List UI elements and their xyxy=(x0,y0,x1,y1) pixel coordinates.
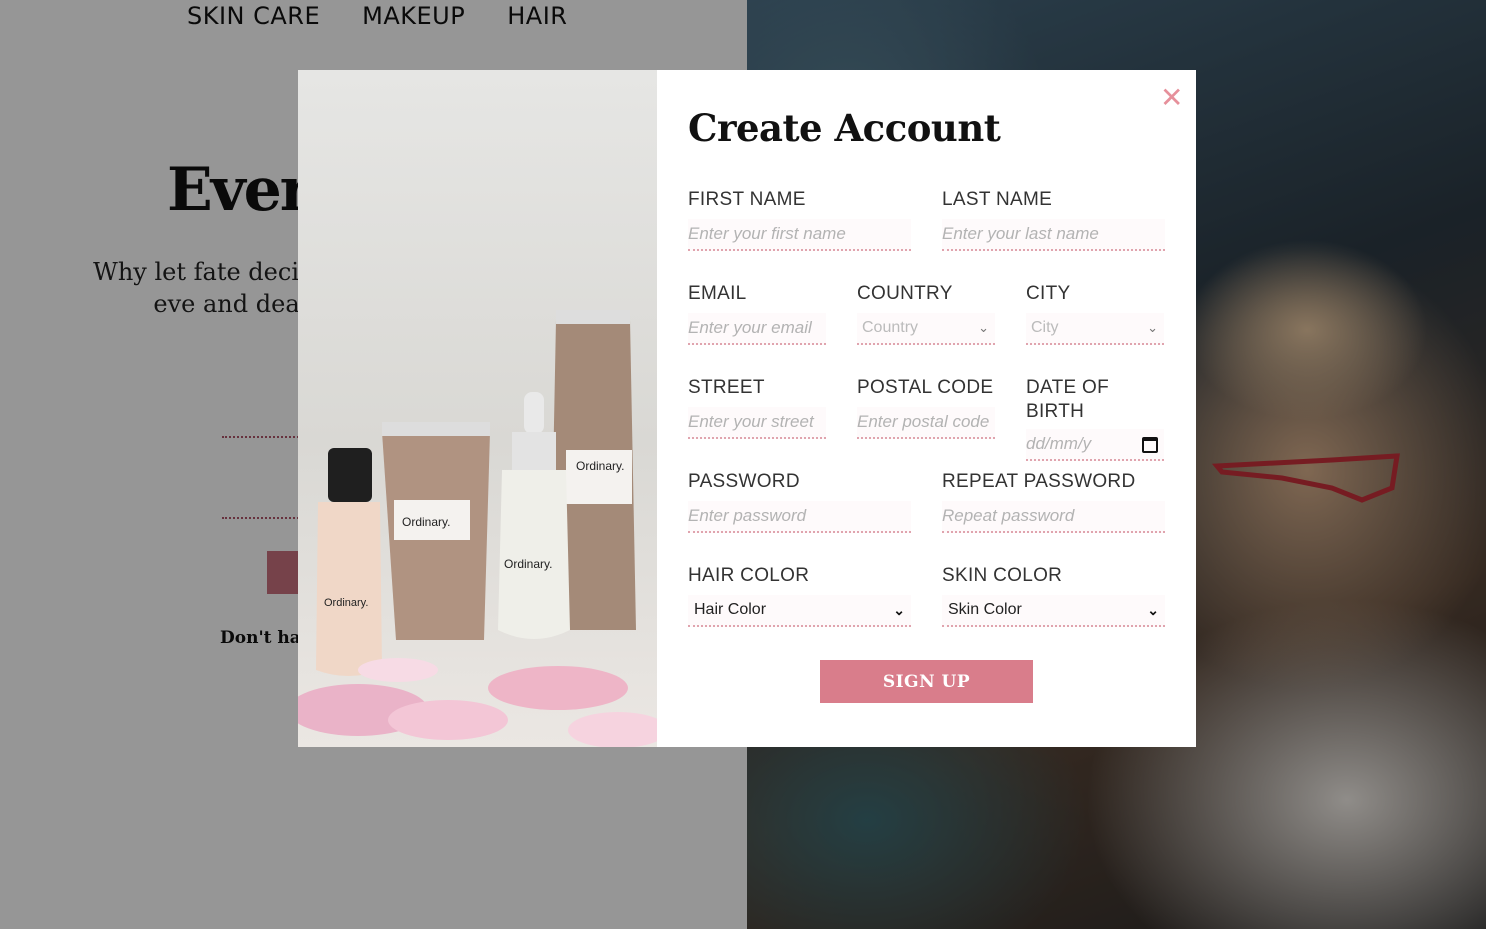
skin-color-select-value: Skin Color xyxy=(948,601,1022,618)
skin-color-label: SKIN COLOR xyxy=(942,565,1063,586)
email-field: EMAIL xyxy=(688,282,826,376)
brand-label-1: Ordinary. xyxy=(324,597,368,609)
date-of-birth-label: DATE OF BIRTH xyxy=(1026,377,1110,422)
street-label: STREET xyxy=(688,377,765,398)
hair-color-label: HAIR COLOR xyxy=(688,565,810,586)
name-row: FIRST NAME LAST NAME xyxy=(688,188,1165,282)
city-label: CITY xyxy=(1026,283,1071,304)
city-select-value: City xyxy=(1031,319,1059,336)
contact-row: EMAIL COUNTRY Country ⌄ CITY City ⌄ xyxy=(688,282,1165,376)
country-field: COUNTRY Country ⌄ xyxy=(857,282,995,376)
products-illustration: Ordinary. Ordinary. Ordinary. Ordinary. xyxy=(298,310,657,747)
country-select[interactable]: Country ⌄ xyxy=(857,313,995,345)
country-label: COUNTRY xyxy=(857,283,953,304)
hair-color-select[interactable]: Hair Color ⌄ xyxy=(688,595,911,627)
form-title: Create Account xyxy=(688,106,1001,150)
appearance-row: HAIR COLOR Hair Color ⌄ SKIN COLOR Skin … xyxy=(688,564,1165,658)
last-name-label: LAST NAME xyxy=(942,189,1053,210)
brand-label-3: Ordinary. xyxy=(504,557,552,571)
hair-color-select-value: Hair Color xyxy=(694,601,767,618)
brand-label-2: Ordinary. xyxy=(402,515,450,529)
address-row: STREET POSTAL CODE DATE OF BIRTH dd/mm/y xyxy=(688,376,1165,470)
calendar-icon[interactable] xyxy=(1142,437,1158,453)
chevron-down-icon: ⌄ xyxy=(1147,320,1158,335)
chevron-down-icon: ⌄ xyxy=(978,320,989,335)
city-field: CITY City ⌄ xyxy=(1026,282,1164,376)
chevron-down-icon: ⌄ xyxy=(893,602,905,618)
chevron-down-icon: ⌄ xyxy=(1147,602,1159,618)
repeat-password-label: REPEAT PASSWORD xyxy=(942,471,1136,492)
postal-code-field: POSTAL CODE xyxy=(857,376,995,470)
products-image: Ordinary. Ordinary. Ordinary. Ordinary. xyxy=(298,70,657,747)
password-input[interactable] xyxy=(688,501,911,533)
street-field: STREET xyxy=(688,376,826,470)
skin-color-select[interactable]: Skin Color ⌄ xyxy=(942,595,1165,627)
sign-up-button[interactable]: SIGN UP xyxy=(820,660,1033,703)
date-of-birth-field: DATE OF BIRTH dd/mm/y xyxy=(1026,376,1164,470)
postal-code-label: POSTAL CODE xyxy=(857,377,994,398)
first-name-field: FIRST NAME xyxy=(688,188,911,282)
signup-form: ✕ Create Account FIRST NAME LAST NAME EM… xyxy=(657,70,1196,747)
create-account-modal: Ordinary. Ordinary. Ordinary. Ordinary. … xyxy=(298,70,1196,747)
password-row: PASSWORD REPEAT PASSWORD xyxy=(688,470,1165,564)
date-of-birth-placeholder: dd/mm/y xyxy=(1026,434,1092,453)
postal-code-input[interactable] xyxy=(857,407,995,439)
date-of-birth-input[interactable]: dd/mm/y xyxy=(1026,429,1164,461)
repeat-password-field: REPEAT PASSWORD xyxy=(942,470,1165,564)
last-name-input[interactable] xyxy=(942,219,1165,251)
brand-label-4: Ordinary. xyxy=(576,459,624,473)
repeat-password-input[interactable] xyxy=(942,501,1165,533)
email-input[interactable] xyxy=(688,313,826,345)
street-input[interactable] xyxy=(688,407,826,439)
password-field: PASSWORD xyxy=(688,470,911,564)
first-name-input[interactable] xyxy=(688,219,911,251)
city-select[interactable]: City ⌄ xyxy=(1026,313,1164,345)
close-icon[interactable]: ✕ xyxy=(1160,84,1183,112)
email-label: EMAIL xyxy=(688,283,747,304)
skin-color-field: SKIN COLOR Skin Color ⌄ xyxy=(942,564,1165,658)
password-label: PASSWORD xyxy=(688,471,800,492)
country-select-value: Country xyxy=(862,319,919,336)
last-name-field: LAST NAME xyxy=(942,188,1165,282)
first-name-label: FIRST NAME xyxy=(688,189,806,210)
hair-color-field: HAIR COLOR Hair Color ⌄ xyxy=(688,564,911,658)
